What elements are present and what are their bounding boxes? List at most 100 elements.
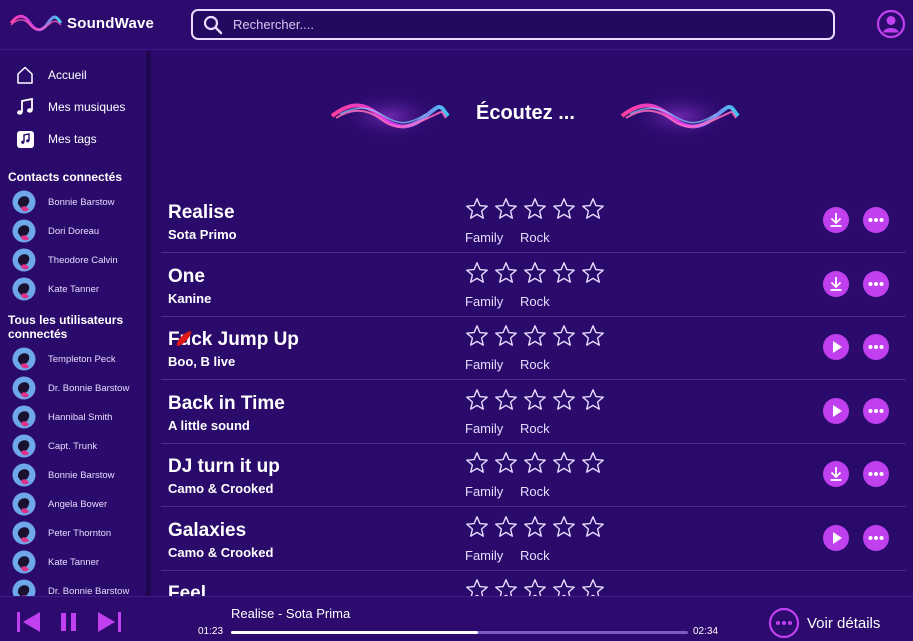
contact-avatar-icon <box>12 434 36 458</box>
contact-item[interactable]: Peter Thornton <box>12 521 146 545</box>
download-icon[interactable] <box>823 270 849 297</box>
rating-star-icon[interactable] <box>552 515 576 539</box>
track-row[interactable]: Fuck Jump Up Boo, B live Family Rock <box>161 317 906 380</box>
track-title[interactable]: Realise <box>168 202 235 224</box>
track-tag[interactable]: Rock <box>520 421 550 436</box>
rating-star-icon[interactable] <box>552 451 576 475</box>
app-title: SoundWave <box>67 15 155 32</box>
hero-title: Écoutez ... <box>476 102 575 124</box>
rating-star-icon[interactable] <box>465 324 489 348</box>
rating-star-icon[interactable] <box>581 388 605 412</box>
more-options-icon[interactable] <box>863 270 889 297</box>
play-icon[interactable] <box>823 524 849 551</box>
previous-track-icon[interactable] <box>16 611 42 633</box>
nav-my-tags[interactable]: Mes tags <box>14 127 144 151</box>
contact-item[interactable]: Bonnie Barstow <box>12 190 146 214</box>
search-icon[interactable] <box>203 15 223 35</box>
rating-star-icon[interactable] <box>581 197 605 221</box>
contact-item[interactable]: Theodore Calvin <box>12 248 146 272</box>
track-title[interactable]: Back in Time <box>168 393 285 415</box>
rating-star-icon[interactable] <box>465 197 489 221</box>
track-tag[interactable]: Family <box>465 230 503 245</box>
rating-star-icon[interactable] <box>581 515 605 539</box>
rating-star-icon[interactable] <box>581 451 605 475</box>
track-tag[interactable]: Family <box>465 294 503 309</box>
track-row[interactable]: Back in Time A little sound Family Rock <box>161 381 906 444</box>
more-options-icon[interactable] <box>863 524 889 551</box>
more-options-icon[interactable] <box>863 397 889 424</box>
rating-star-icon[interactable] <box>523 451 547 475</box>
play-icon[interactable] <box>823 397 849 424</box>
rating-star-icon[interactable] <box>581 261 605 285</box>
rating-star-icon[interactable] <box>552 388 576 412</box>
track-tag[interactable]: Family <box>465 484 503 499</box>
track-row[interactable]: Galaxies Camo & Crooked Family Rock <box>161 508 906 571</box>
track-row[interactable]: Realise Sota Primo Family Rock <box>161 190 906 253</box>
soundwave-logo-icon[interactable] <box>10 10 62 36</box>
track-artist: Sota Primo <box>168 227 237 242</box>
contact-item[interactable]: Bonnie Barstow <box>12 463 146 487</box>
rating-star-icon[interactable] <box>494 324 518 348</box>
track-row[interactable]: DJ turn it up Camo & Crooked Family Rock <box>161 444 906 507</box>
view-details-label: Voir détails <box>807 614 881 632</box>
download-icon[interactable] <box>823 461 849 487</box>
rating-star-icon[interactable] <box>494 515 518 539</box>
contact-item[interactable]: Templeton Peck <box>12 347 146 371</box>
track-tag[interactable]: Rock <box>520 484 550 499</box>
rating-star-icon[interactable] <box>581 324 605 348</box>
rating-star-icon[interactable] <box>494 261 518 285</box>
nav-home[interactable]: Accueil <box>14 63 144 87</box>
nav-my-music[interactable]: Mes musiques <box>14 95 144 119</box>
download-icon[interactable] <box>823 207 849 233</box>
rating-star-icon[interactable] <box>552 324 576 348</box>
rating-star-icon[interactable] <box>465 451 489 475</box>
rating-star-icon[interactable] <box>523 515 547 539</box>
pause-icon[interactable] <box>59 611 79 633</box>
rating-star-icon[interactable] <box>523 197 547 221</box>
contact-item[interactable]: Angela Bower <box>12 492 146 516</box>
rating-star-icon[interactable] <box>465 515 489 539</box>
contact-item[interactable]: Dr. Bonnie Barstow <box>12 579 146 596</box>
track-tag[interactable]: Family <box>465 548 503 563</box>
contact-item[interactable]: Hannibal Smith <box>12 405 146 429</box>
search-input[interactable] <box>233 14 823 35</box>
track-title[interactable]: One <box>168 266 205 288</box>
rating-star-icon[interactable] <box>494 451 518 475</box>
contact-item[interactable]: Dori Doreau <box>12 219 146 243</box>
rating-star-icon[interactable] <box>523 261 547 285</box>
rating-star-icon[interactable] <box>494 197 518 221</box>
progress-bar[interactable] <box>231 631 688 634</box>
more-options-icon[interactable] <box>863 334 889 360</box>
track-row[interactable]: One Kanine Family Rock <box>161 254 906 317</box>
user-profile-icon[interactable] <box>876 9 906 39</box>
contact-item[interactable]: Kate Tanner <box>12 277 146 301</box>
now-playing-title: Realise - Sota Prima <box>231 606 351 621</box>
view-details-button[interactable]: Voir détails <box>768 607 908 639</box>
track-artist: Camo & Crooked <box>168 481 274 496</box>
track-tag[interactable]: Rock <box>520 357 550 372</box>
rating-star-icon[interactable] <box>523 388 547 412</box>
sidebar-scrollbar[interactable] <box>146 51 151 596</box>
next-track-icon[interactable] <box>96 611 122 633</box>
play-icon[interactable] <box>823 334 849 360</box>
contact-item[interactable]: Capt. Trunk <box>12 434 146 458</box>
track-tag[interactable]: Rock <box>520 230 550 245</box>
track-title[interactable]: DJ turn it up <box>168 456 280 478</box>
rating-star-icon[interactable] <box>523 324 547 348</box>
contact-item[interactable]: Kate Tanner <box>12 550 146 574</box>
rating-star-icon[interactable] <box>552 261 576 285</box>
track-title[interactable]: Galaxies <box>168 520 246 542</box>
contact-item[interactable]: Dr. Bonnie Barstow <box>12 376 146 400</box>
more-options-icon[interactable] <box>863 207 889 233</box>
contact-avatar-icon <box>12 550 36 574</box>
track-tag[interactable]: Rock <box>520 294 550 309</box>
rating-star-icon[interactable] <box>552 197 576 221</box>
track-tag[interactable]: Rock <box>520 548 550 563</box>
rating-star-icon[interactable] <box>494 388 518 412</box>
track-tag[interactable]: Family <box>465 421 503 436</box>
more-options-icon[interactable] <box>863 461 889 487</box>
rating-star-icon[interactable] <box>465 388 489 412</box>
sidebar: Accueil Mes musiques Mes tags Contacts c… <box>0 51 146 596</box>
rating-star-icon[interactable] <box>465 261 489 285</box>
track-tag[interactable]: Family <box>465 357 503 372</box>
